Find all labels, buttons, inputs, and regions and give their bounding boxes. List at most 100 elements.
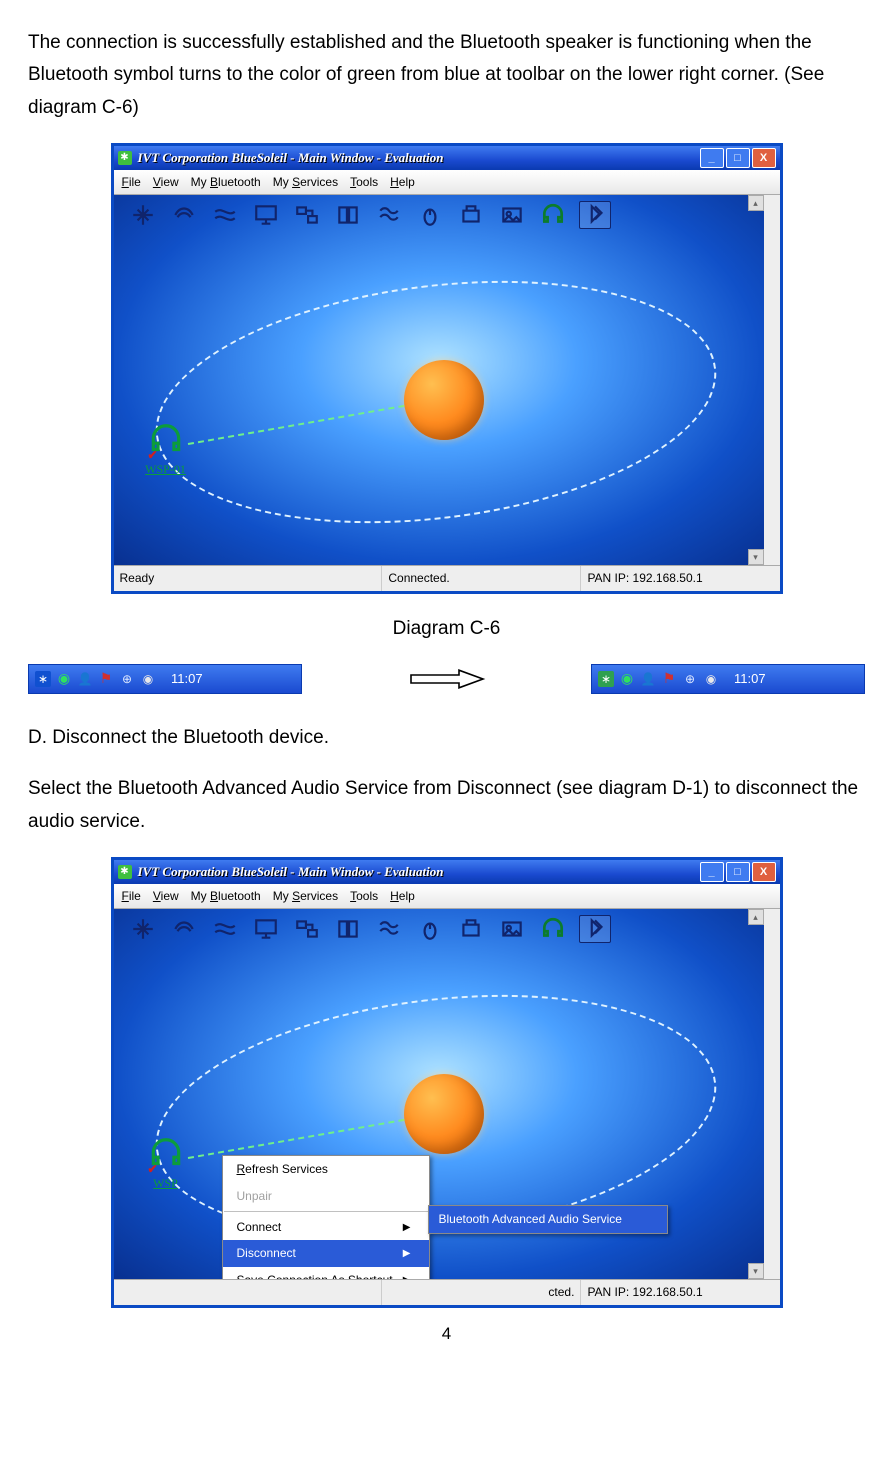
bpp-icon[interactable] [579, 201, 611, 229]
submenu-arrow-icon: ▶ [403, 1245, 411, 1262]
menu-my-bluetooth[interactable]: My Bluetooth [191, 886, 261, 906]
menu-tools[interactable]: Tools [350, 172, 378, 192]
context-menu: Refresh Services Unpair Connect▶ Disconn… [222, 1155, 430, 1279]
minimize-button[interactable]: _ [700, 148, 724, 168]
fax-icon[interactable] [456, 916, 486, 942]
image-icon[interactable] [497, 202, 527, 228]
tray-bluetooth-icon-blue[interactable]: ∗ [35, 671, 51, 687]
tray-time: 11:07 [734, 668, 766, 690]
close-button[interactable]: X [752, 862, 776, 882]
lan-icon[interactable] [251, 916, 281, 942]
menu-item-connect[interactable]: Connect▶ [223, 1214, 429, 1240]
menu-help[interactable]: Help [390, 886, 415, 906]
ftp-icon[interactable] [292, 202, 322, 228]
status-bar: Ready Connected. PAN IP: 192.168.50.1 [114, 565, 780, 590]
opp-icon[interactable] [374, 916, 404, 942]
tray-network-icon[interactable]: ⊕ [119, 671, 135, 687]
av-icon[interactable] [538, 202, 568, 228]
menu-file[interactable]: File [122, 172, 141, 192]
tray-user-icon[interactable]: 👤 [77, 671, 93, 687]
menu-item-disconnect[interactable]: Disconnect▶ [223, 1240, 429, 1266]
bluesoleil-window-c6: ✱ IVT Corporation BlueSoleil - Main Wind… [111, 143, 783, 594]
client-area: ✔ WSP ▴ ▾ Refresh Services Unpair Connec… [114, 909, 780, 1279]
tray-volume-icon[interactable]: ◉ [140, 671, 156, 687]
menu-view[interactable]: View [153, 172, 179, 192]
arrow-right-icon [402, 667, 492, 691]
disconnect-submenu: Bluetooth Advanced Audio Service [428, 1205, 668, 1233]
menu-item-unpair: Unpair [223, 1183, 429, 1209]
menu-bar: File View My Bluetooth My Services Tools… [114, 170, 780, 195]
tray-flag-icon[interactable]: ⚑ [661, 671, 677, 687]
window-title: IVT Corporation BlueSoleil - Main Window… [138, 147, 700, 169]
tray-after: ∗ ◉ 👤 ⚑ ⊕ ◉ 11:07 [591, 664, 865, 694]
scroll-down-button[interactable]: ▾ [748, 1263, 764, 1279]
bluetooth-icon: ✱ [118, 151, 132, 165]
status-bar: cted. PAN IP: 192.168.50.1 [114, 1279, 780, 1304]
tray-shield-icon[interactable]: ◉ [619, 671, 635, 687]
tray-flag-icon[interactable]: ⚑ [98, 671, 114, 687]
menu-separator [224, 1211, 428, 1212]
bpp-icon[interactable] [579, 915, 611, 943]
tray-shield-icon[interactable]: ◉ [56, 671, 72, 687]
menu-my-services[interactable]: My Services [273, 172, 338, 192]
pan-icon[interactable] [128, 916, 158, 942]
close-button[interactable]: X [752, 148, 776, 168]
section-d-paragraph: Select the Bluetooth Advanced Audio Serv… [28, 773, 865, 838]
av-icon[interactable] [538, 916, 568, 942]
paired-check-icon: ✔ [148, 445, 158, 465]
tray-volume-icon[interactable]: ◉ [703, 671, 719, 687]
client-area: ✔ WSP-01 ▴ ▾ [114, 195, 780, 565]
local-device-icon[interactable] [404, 1074, 484, 1154]
page-number: 4 [28, 1320, 865, 1349]
dun-icon[interactable] [169, 916, 199, 942]
maximize-button[interactable]: □ [726, 862, 750, 882]
tray-network-icon[interactable]: ⊕ [682, 671, 698, 687]
menu-file[interactable]: File [122, 886, 141, 906]
opp-icon[interactable] [374, 202, 404, 228]
status-connected: cted. [382, 1280, 581, 1304]
maximize-button[interactable]: □ [726, 148, 750, 168]
submenu-arrow-icon: ▶ [403, 1219, 411, 1236]
menu-item-save-shortcut[interactable]: Save Connection As Shortcut▶ [223, 1267, 429, 1279]
remote-device-wsp01[interactable]: ✔ WSP [144, 1135, 188, 1193]
image-icon[interactable] [497, 916, 527, 942]
menu-tools[interactable]: Tools [350, 886, 378, 906]
submenu-item-advanced-audio[interactable]: Bluetooth Advanced Audio Service [429, 1206, 667, 1232]
hid-icon[interactable] [415, 202, 445, 228]
menu-view[interactable]: View [153, 886, 179, 906]
status-ready: Ready [114, 566, 383, 590]
sync-icon[interactable] [333, 916, 363, 942]
scroll-up-button[interactable]: ▴ [748, 909, 764, 925]
titlebar[interactable]: ✱ IVT Corporation BlueSoleil - Main Wind… [114, 146, 780, 170]
tray-time: 11:07 [171, 668, 203, 690]
menu-my-services[interactable]: My Services [273, 886, 338, 906]
bluetooth-icon: ✱ [118, 865, 132, 879]
serial-icon[interactable] [210, 202, 240, 228]
minimize-button[interactable]: _ [700, 862, 724, 882]
tray-bluetooth-icon-green[interactable]: ∗ [598, 671, 614, 687]
submenu-arrow-icon: ▶ [403, 1272, 411, 1280]
intro-paragraph: The connection is successfully establish… [28, 27, 865, 124]
bluesoleil-window-d1: ✱ IVT Corporation BlueSoleil - Main Wind… [111, 857, 783, 1308]
menu-help[interactable]: Help [390, 172, 415, 192]
lan-icon[interactable] [251, 202, 281, 228]
scroll-up-button[interactable]: ▴ [748, 195, 764, 211]
ftp-icon[interactable] [292, 916, 322, 942]
menu-item-refresh[interactable]: Refresh Services [223, 1156, 429, 1182]
sync-icon[interactable] [333, 202, 363, 228]
serial-icon[interactable] [210, 916, 240, 942]
fax-icon[interactable] [456, 202, 486, 228]
remote-device-wsp01[interactable]: ✔ WSP-01 [144, 421, 188, 479]
dun-icon[interactable] [169, 202, 199, 228]
hid-icon[interactable] [415, 916, 445, 942]
service-toolbar [128, 201, 724, 229]
tray-user-icon[interactable]: 👤 [640, 671, 656, 687]
service-toolbar [128, 915, 724, 943]
status-panip: PAN IP: 192.168.50.1 [581, 566, 779, 590]
menu-my-bluetooth[interactable]: My Bluetooth [191, 172, 261, 192]
scroll-down-button[interactable]: ▾ [748, 549, 764, 565]
pan-icon[interactable] [128, 202, 158, 228]
titlebar[interactable]: ✱ IVT Corporation BlueSoleil - Main Wind… [114, 860, 780, 884]
window-title: IVT Corporation BlueSoleil - Main Window… [138, 861, 700, 883]
local-device-icon[interactable] [404, 360, 484, 440]
